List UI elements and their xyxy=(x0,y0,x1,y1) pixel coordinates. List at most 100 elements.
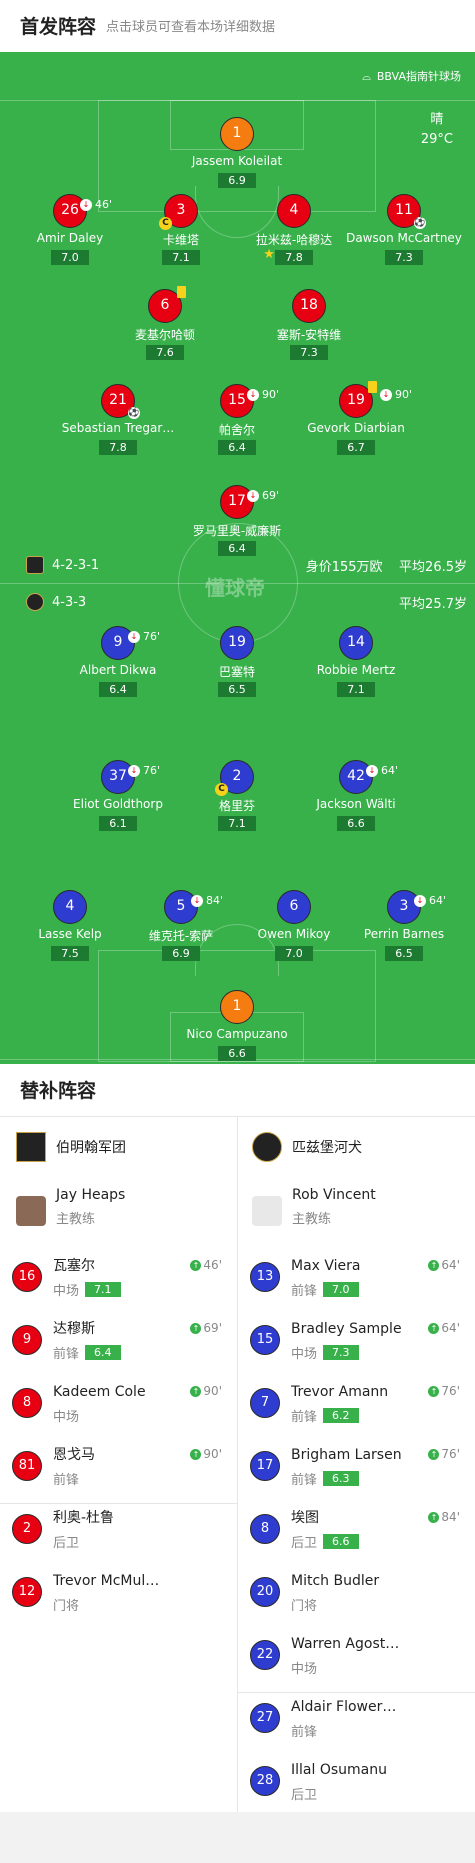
sub-off-icon: ↓ xyxy=(80,198,92,211)
yellow-card-icon xyxy=(177,286,186,298)
sub-position: 中场 7.1 xyxy=(53,1280,121,1299)
away-sub-player[interactable]: 22 Warren Agost… 中场 xyxy=(238,1634,466,1687)
rating-wrap: 7.0 xyxy=(275,942,313,961)
sub-minute: 76' xyxy=(441,1447,460,1461)
player-rating: 7.5 xyxy=(51,946,89,961)
player-number: 3C xyxy=(159,194,198,230)
goal-ball-icon: ⚽ xyxy=(414,217,426,229)
player-rating: 7.1 xyxy=(337,682,375,697)
position-label: 中场 xyxy=(53,1410,80,1425)
away-sub-player[interactable]: 8 埃图 后卫 6.6 ↑ 84' xyxy=(238,1508,466,1561)
player-rating: 7.0 xyxy=(51,250,89,265)
away-team-row[interactable]: 匹兹堡河犬 xyxy=(252,1132,362,1162)
sub-position: 中场 xyxy=(53,1406,79,1425)
sub-position: 中场 7.3 xyxy=(291,1343,359,1362)
sub-number: 22 xyxy=(250,1640,280,1670)
home-sub-player[interactable]: 12 Trevor McMul… 门将 xyxy=(0,1571,228,1624)
sub-on-icon: ↑ xyxy=(190,1259,202,1271)
sub-off-marker: ↓ 76' xyxy=(128,621,160,652)
away-sub-player[interactable]: 17 Brigham Larsen 前锋 6.3 ↑ 76' xyxy=(238,1445,466,1498)
rating-wrap: 6.1 xyxy=(99,812,137,831)
away-meta: 平均25.7岁 xyxy=(399,593,467,612)
away-player[interactable]: 42 ↓ 64' Jackson Wälti 6.6 xyxy=(286,760,426,831)
rating-wrap: 6.9 xyxy=(218,169,256,188)
sub-on-icon: ↑ xyxy=(190,1385,202,1397)
sub-on-marker: ↑ 76' xyxy=(428,1447,460,1461)
sub-name: 利奥-杜鲁 xyxy=(53,1510,115,1526)
sub-rating: 7.0 xyxy=(323,1282,359,1297)
home-player[interactable]: 19 ↓ 90' Gevork Diarbian 6.7 xyxy=(286,381,426,455)
home-player[interactable]: 6 麦基尔哈顿 7.6 xyxy=(95,286,235,360)
away-sub-player[interactable]: 20 Mitch Budler 门将 xyxy=(238,1571,466,1624)
sub-off-marker: ↓ 90' xyxy=(247,379,279,410)
sub-number: 13 xyxy=(250,1262,280,1292)
sub-rating: 7.1 xyxy=(85,1282,121,1297)
sub-minute: 84' xyxy=(441,1510,460,1524)
sub-position: 后卫 6.6 xyxy=(291,1532,359,1551)
home-sub-player[interactable]: 2 利奥-杜鲁 后卫 xyxy=(0,1508,228,1561)
away-player[interactable]: 14 Robbie Mertz 7.1 xyxy=(286,626,426,697)
sub-minute: 46' xyxy=(203,1258,222,1272)
sub-on-icon: ↑ xyxy=(190,1448,202,1460)
player-number: 4 xyxy=(53,890,87,924)
home-player[interactable]: 11 ⚽ Dawson McCartney 7.3 xyxy=(334,194,474,265)
home-coach[interactable]: Jay Heaps 主教练 xyxy=(16,1185,125,1230)
home-player[interactable]: 18 塞斯-安特维 7.3 xyxy=(239,289,379,360)
position-label: 中场 xyxy=(291,1347,318,1362)
away-sub-player[interactable]: 15 Bradley Sample 中场 7.3 ↑ 64' xyxy=(238,1319,466,1372)
sub-name: Max Viera xyxy=(291,1258,361,1274)
sub-minute: 64' xyxy=(429,894,447,907)
sub-minute: 76' xyxy=(441,1384,460,1398)
home-sub-player[interactable]: 8 Kadeem Cole 中场 ↑ 90' xyxy=(0,1382,228,1435)
sub-minute: 64' xyxy=(441,1321,460,1335)
away-player[interactable]: 3 ↓ 64' Perrin Barnes 6.5 xyxy=(334,890,474,961)
home-team-logo-icon xyxy=(16,1132,46,1162)
sub-position: 前锋 6.2 xyxy=(291,1406,359,1425)
home-sub-player[interactable]: 9 达穆斯 前锋 6.4 ↑ 69' xyxy=(0,1319,228,1372)
away-sub-player[interactable]: 7 Trevor Amann 前锋 6.2 ↑ 76' xyxy=(238,1382,466,1435)
home-team-row[interactable]: 伯明翰军团 xyxy=(16,1132,126,1162)
home-sub-player[interactable]: 16 瓦塞尔 中场 7.1 ↑ 46' xyxy=(0,1256,228,1309)
sub-off-marker: ↓ 69' xyxy=(247,480,279,511)
away-sub-player[interactable]: 13 Max Viera 前锋 7.0 ↑ 64' xyxy=(238,1256,466,1309)
away-sub-player[interactable]: 27 Aldair Flower… 前锋 xyxy=(238,1697,466,1750)
sub-minute: 90' xyxy=(395,388,413,401)
sub-number: 81 xyxy=(12,1451,42,1481)
rating-wrap: 7.3 xyxy=(385,246,423,265)
sub-name: Mitch Budler xyxy=(291,1573,380,1589)
home-player[interactable]: 1 Jassem Koleilat 6.9 xyxy=(167,117,307,188)
rating-wrap: 7.1 xyxy=(162,246,200,265)
rating-wrap: 6.4 xyxy=(218,436,256,455)
position-label: 前锋 xyxy=(53,1347,80,1362)
player-number: 4 xyxy=(277,194,311,228)
sub-name: 达穆斯 xyxy=(53,1321,95,1337)
player-rating: 6.4 xyxy=(99,682,137,697)
away-coach[interactable]: Rob Vincent 主教练 xyxy=(252,1185,376,1230)
sub-on-marker: ↑ 64' xyxy=(428,1321,460,1335)
divider xyxy=(0,1503,237,1504)
player-number: 3 ↓ 64' xyxy=(387,890,446,924)
away-formation-row: 4-3-3 xyxy=(26,593,86,611)
sub-on-marker: ↑ 90' xyxy=(190,1384,222,1398)
coach-name: Rob Vincent xyxy=(292,1187,376,1203)
sub-number: 7 xyxy=(250,1388,280,1418)
sub-minute: 64' xyxy=(381,764,399,777)
player-name: Dawson McCartney xyxy=(346,231,462,245)
home-sub-player[interactable]: 81 恩戈马 前锋 ↑ 90' xyxy=(0,1445,228,1498)
home-player[interactable]: 17 ↓ 69' 罗马里奥-威廉斯 6.4 xyxy=(167,485,307,556)
position-label: 前锋 xyxy=(291,1284,318,1299)
sub-name: 埃图 xyxy=(291,1510,319,1526)
sub-on-marker: ↑ 69' xyxy=(190,1321,222,1335)
away-player[interactable]: 1 Nico Campuzano 6.6 xyxy=(167,990,307,1061)
away-sub-player[interactable]: 28 Illal Osumanu 后卫 xyxy=(238,1760,466,1813)
rating-wrap: 7.1 xyxy=(337,678,375,697)
player-number: 26 ↓ 46' xyxy=(53,194,112,228)
rating-wrap: ★ 7.8 xyxy=(263,246,313,265)
player-rating: 6.7 xyxy=(337,440,375,455)
yellow-card-icon xyxy=(368,381,377,393)
home-avg-age: 平均26.5岁 xyxy=(399,560,467,575)
sub-off-icon: ↓ xyxy=(247,489,259,502)
rating-wrap: 7.1 xyxy=(218,812,256,831)
sub-on-marker: ↑ 84' xyxy=(428,1510,460,1524)
sub-rating: 7.3 xyxy=(323,1345,359,1360)
